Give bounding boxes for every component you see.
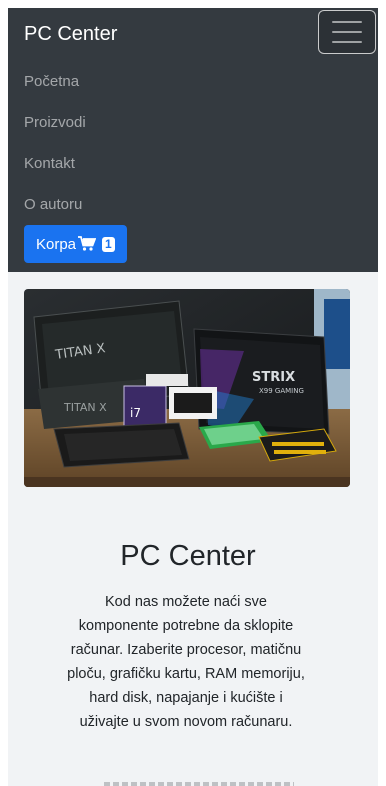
cart-button-label: Korpa bbox=[36, 235, 77, 253]
nav-item-proizvodi[interactable]: Proizvodi bbox=[24, 111, 86, 152]
nav-item-pocetna[interactable]: Početna bbox=[24, 70, 86, 111]
cart-icon bbox=[78, 236, 97, 251]
page-title: PC Center bbox=[120, 540, 256, 572]
hero-image: TITAN X TITAN X STRIX X99 GAMING i7 bbox=[24, 289, 350, 487]
computer-components-photo: TITAN X TITAN X STRIX X99 GAMING i7 bbox=[24, 289, 350, 487]
navbar-toggler-button[interactable] bbox=[318, 10, 376, 54]
svg-text:STRIX: STRIX bbox=[252, 370, 295, 385]
main-content: TITAN X TITAN X STRIX X99 GAMING i7 PC C… bbox=[8, 272, 378, 786]
svg-text:X99 GAMING: X99 GAMING bbox=[259, 387, 304, 395]
page-frame: PC Center Početna Proizvodi Kontakt O au… bbox=[8, 8, 378, 786]
svg-text:TITAN X: TITAN X bbox=[63, 401, 107, 414]
nav-item-kontakt[interactable]: Kontakt bbox=[24, 152, 86, 193]
hamburger-icon bbox=[332, 21, 362, 43]
navbar: PC Center Početna Proizvodi Kontakt O au… bbox=[8, 8, 378, 272]
cart-count-badge: 1 bbox=[102, 236, 115, 252]
nav-list: Početna Proizvodi Kontakt O autoru bbox=[24, 70, 86, 234]
page-description: Kod nas možete naći sve komponente potre… bbox=[67, 594, 305, 730]
cut-off-text bbox=[104, 782, 294, 786]
cart-button[interactable]: Korpa 1 bbox=[24, 225, 127, 263]
svg-text:i7: i7 bbox=[130, 406, 141, 420]
navbar-brand[interactable]: PC Center bbox=[24, 22, 117, 46]
